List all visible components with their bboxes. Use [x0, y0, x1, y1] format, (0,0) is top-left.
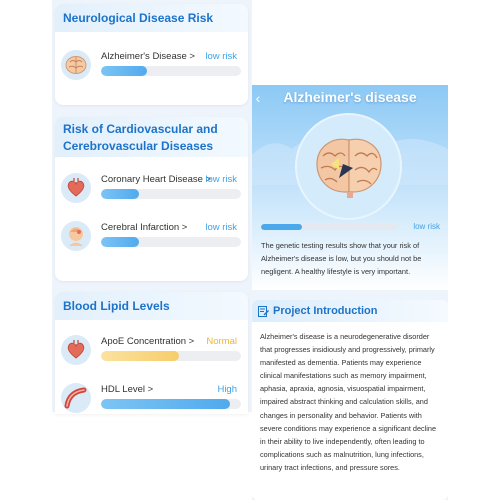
neuro-card-header: Neurological Disease Risk	[55, 4, 248, 32]
risk-progress-fill	[101, 237, 139, 247]
document-edit-icon	[258, 305, 269, 317]
neuro-card-title: Neurological Disease Risk	[63, 10, 214, 25]
risk-list-panel: Neurological Disease Risk Alzheimer's Di…	[52, 0, 252, 414]
risk-progress-bar	[101, 237, 241, 247]
heart-icon	[61, 173, 91, 203]
lipid-card-title: Blood Lipid Levels	[63, 298, 170, 313]
risk-progress-fill	[101, 351, 180, 361]
lipid-card: Blood Lipid Levels ApoE Concentration > …	[55, 292, 248, 414]
risk-level-badge: low risk	[205, 222, 237, 233]
project-intro-title: Project Introduction	[273, 305, 378, 317]
risk-progress-fill	[101, 399, 230, 409]
detail-description: The genetic testing results show that yo…	[261, 241, 422, 276]
detail-progress-bar	[261, 224, 398, 230]
artery-icon	[61, 383, 91, 413]
risk-row-alzheimers[interactable]: Alzheimer's Disease > low risk	[61, 50, 241, 84]
project-intro-card: Project Introduction Alzheimer's disease…	[252, 300, 448, 500]
risk-level-badge: Normal	[206, 336, 237, 347]
cardio-card-title-line1: Risk of Cardiovascular and	[63, 122, 218, 136]
head-icon	[61, 221, 91, 251]
risk-progress-bar	[101, 351, 241, 361]
risk-progress-fill	[101, 66, 148, 76]
detail-panel: ‹ Alzheimer's disease low risk The genet…	[252, 85, 448, 500]
detail-progress-fill	[261, 224, 303, 230]
project-intro-header: Project Introduction	[252, 300, 448, 322]
risk-progress-bar	[101, 189, 241, 199]
risk-name: HDL Level >	[101, 384, 154, 395]
risk-progress-bar	[101, 66, 241, 76]
neuro-card: Neurological Disease Risk Alzheimer's Di…	[55, 4, 248, 105]
risk-level-badge: low risk	[205, 174, 237, 185]
risk-name: ApoE Concentration >	[101, 336, 195, 347]
risk-row-hdl-level[interactable]: HDL Level > High	[61, 383, 241, 414]
heart-icon	[61, 335, 91, 365]
brain-icon	[61, 50, 91, 80]
risk-name: Coronary Heart Disease >	[101, 174, 212, 185]
risk-progress-bar	[101, 399, 241, 409]
risk-row-cerebral-infarction[interactable]: Cerebral Infarction > low risk	[61, 221, 241, 255]
brain-icon	[315, 138, 382, 198]
risk-level-badge: low risk	[205, 51, 237, 62]
cardio-card-header: Risk of Cardiovascular and Cerebrovascul…	[55, 117, 248, 157]
risk-level-badge: High	[217, 384, 237, 395]
cardio-card: Risk of Cardiovascular and Cerebrovascul…	[55, 117, 248, 281]
project-intro-body: Alzheimer's disease is a neurodegenerati…	[260, 332, 437, 472]
detail-risk-level: low risk	[413, 222, 440, 231]
brain-illustration	[295, 113, 402, 220]
risk-row-coronary-heart-disease[interactable]: Coronary Heart Disease > low risk	[61, 173, 241, 207]
risk-name: Cerebral Infarction >	[101, 222, 188, 233]
cardio-card-title-line2: Cerebrovascular Diseases	[63, 139, 214, 153]
risk-progress-fill	[101, 189, 139, 199]
detail-hero: ‹ Alzheimer's disease low risk The genet…	[252, 85, 448, 290]
risk-name: Alzheimer's Disease >	[101, 51, 195, 62]
lipid-card-header: Blood Lipid Levels	[55, 292, 248, 320]
risk-row-apoe-concentration[interactable]: ApoE Concentration > Normal	[61, 335, 241, 369]
detail-title: Alzheimer's disease	[283, 89, 417, 105]
